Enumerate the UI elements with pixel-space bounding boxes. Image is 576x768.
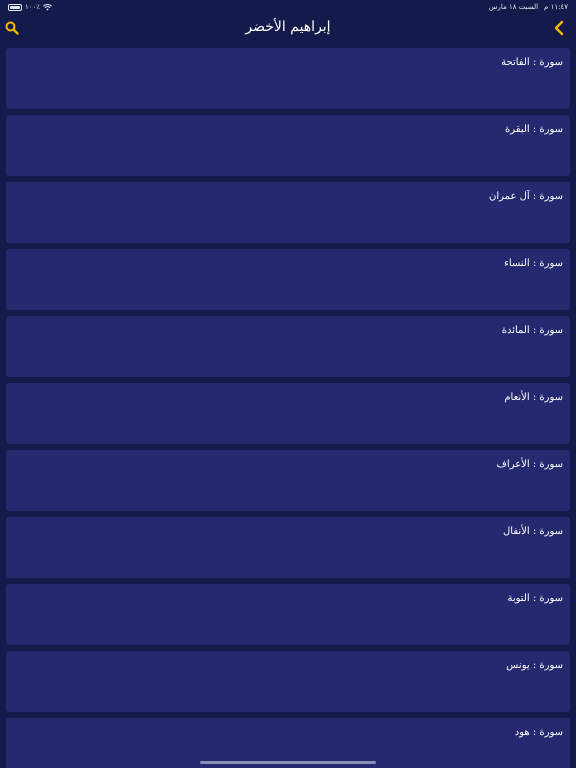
surah-list: سورة : الفاتحة سورة : البقرة سورة : آل عمر… — [6, 48, 570, 768]
surah-list-item[interactable]: سورة : آل عمران — [6, 182, 570, 243]
surah-list-item[interactable]: سورة : الأعراف — [6, 450, 570, 511]
battery-percent: ١٠٠٪ — [25, 3, 41, 11]
back-button[interactable] — [553, 20, 571, 38]
surah-list-item[interactable]: سورة : يونس — [6, 651, 570, 712]
status-indicators: ١٠٠٪ — [8, 3, 52, 11]
status-datetime: السبت ١٨ مارس ١١:٤٧ م — [489, 3, 568, 11]
status-time: ١١:٤٧ م — [544, 3, 568, 11]
surah-name-label: سورة : الأنفال — [503, 526, 563, 537]
surah-name-label: سورة : البقرة — [505, 124, 563, 135]
surah-list-item[interactable]: سورة : المائدة — [6, 316, 570, 377]
surah-name-label: سورة : الأعراف — [496, 459, 563, 470]
surah-list-item[interactable]: سورة : التوبة — [6, 584, 570, 645]
status-date: السبت ١٨ مارس — [488, 3, 539, 11]
surah-list-item[interactable]: سورة : البقرة — [6, 115, 570, 176]
surah-name-label: سورة : الأنعام — [504, 392, 563, 403]
surah-name-label: سورة : هود — [514, 727, 563, 738]
surah-name-label: سورة : الفاتحة — [501, 57, 563, 68]
surah-name-label: سورة : آل عمران — [489, 191, 563, 202]
surah-name-label: سورة : التوبة — [507, 593, 564, 604]
navigation-bar: إبراهيم الأخضر — [0, 14, 576, 44]
home-indicator[interactable] — [200, 761, 376, 764]
surah-name-label: سورة : النساء — [504, 258, 563, 269]
surah-name-label: سورة : يونس — [506, 660, 563, 671]
surah-list-item[interactable]: سورة : الأنعام — [6, 383, 570, 444]
surah-name-label: سورة : المائدة — [501, 325, 563, 336]
status-bar: ١٠٠٪ السبت ١٨ مارس ١١:٤٧ م — [0, 0, 576, 14]
chevron-left-icon — [554, 20, 564, 36]
wifi-icon — [43, 3, 52, 10]
app-screen: ١٠٠٪ السبت ١٨ مارس ١١:٤٧ م إبراهيم الأخض… — [0, 0, 576, 768]
battery-icon — [8, 3, 22, 11]
surah-list-item[interactable]: سورة : النساء — [6, 249, 570, 310]
page-title: إبراهيم الأخضر — [245, 19, 331, 35]
surah-list-item[interactable]: سورة : الفاتحة — [6, 48, 570, 109]
surah-list-item[interactable]: سورة : الأنفال — [6, 517, 570, 578]
